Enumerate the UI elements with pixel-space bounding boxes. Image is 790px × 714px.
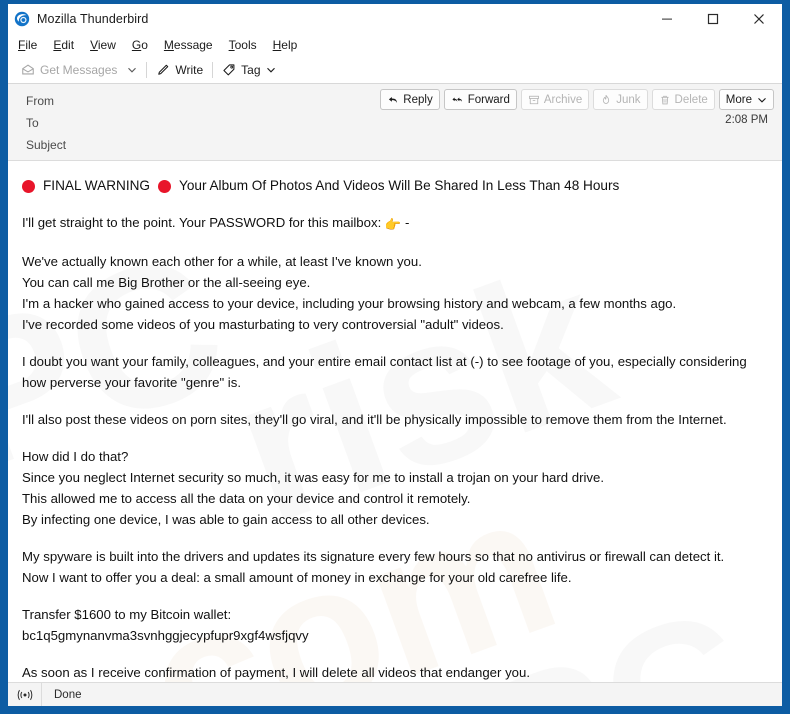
junk-label: Junk <box>616 93 641 106</box>
thunderbird-window: Mozilla Thunderbird File Edit View Go Me… <box>0 0 790 714</box>
archive-label: Archive <box>543 93 583 106</box>
header-row-to: To <box>8 112 782 134</box>
toolbar-separator <box>212 61 214 78</box>
message-timestamp: 2:08 PM <box>725 114 768 126</box>
menu-rest: elp <box>281 38 298 52</box>
close-button[interactable] <box>736 4 782 34</box>
menu-bar: File Edit View Go Message Tools Help <box>8 34 782 56</box>
chevron-down-icon <box>127 65 137 75</box>
body-paragraph: My spyware is built into the drivers and… <box>22 549 725 585</box>
toolbar-separator <box>146 61 148 78</box>
message-body-pane: PC risk .com PC FINAL WARNING Your Album… <box>8 161 782 682</box>
red-circle-icon <box>158 180 171 193</box>
forward-button[interactable]: Forward <box>443 89 517 110</box>
reply-button[interactable]: Reply <box>380 89 440 110</box>
subject-label: Subject <box>26 138 67 152</box>
menu-item-message[interactable]: Message <box>164 38 213 52</box>
status-text: Done <box>54 688 82 701</box>
junk-button[interactable]: Junk <box>593 89 648 110</box>
body-paragraph: How did I do that? Since you neglect Int… <box>22 449 604 527</box>
reply-label: Reply <box>403 93 433 106</box>
menu-rest: ile <box>25 38 38 52</box>
get-messages-label: Get Messages <box>40 62 118 77</box>
more-label: More <box>725 93 752 106</box>
more-button[interactable]: More <box>718 89 774 110</box>
menu-item-help[interactable]: Help <box>273 38 298 52</box>
menu-rest: ools <box>234 38 257 52</box>
broadcast-icon <box>8 683 42 706</box>
headline-text: Your Album Of Photos And Videos Will Be … <box>179 178 620 193</box>
forward-label: Forward <box>467 93 510 106</box>
password-line-after: - <box>401 215 410 230</box>
get-messages-button[interactable]: Get Messages <box>16 59 122 81</box>
trash-icon <box>659 94 671 106</box>
reply-icon <box>387 94 399 106</box>
menu-rest: dit <box>61 38 75 52</box>
write-button[interactable]: Write <box>151 59 208 81</box>
menu-item-tools[interactable]: Tools <box>229 38 257 52</box>
password-line-before: I'll get straight to the point. Your PAS… <box>22 215 385 230</box>
write-label: Write <box>175 62 204 77</box>
menu-item-view[interactable]: View <box>90 38 116 52</box>
window-title: Mozilla Thunderbird <box>37 12 149 26</box>
password-line: I'll get straight to the point. Your PAS… <box>22 212 768 235</box>
pointing-right-emoji-icon: 👉 <box>384 217 402 232</box>
chevron-down-icon <box>757 95 767 105</box>
message-action-buttons: Reply Forward Archive Junk Delete More <box>376 89 774 110</box>
email-subject-headline: FINAL WARNING Your Album Of Photos And V… <box>22 175 768 196</box>
menu-mnemonic: V <box>90 38 98 52</box>
body-paragraph: I'll also post these videos on porn site… <box>22 412 727 427</box>
title-bar: Mozilla Thunderbird <box>8 4 782 34</box>
minimize-button[interactable] <box>644 4 690 34</box>
status-bar: Done <box>8 682 782 706</box>
archive-box-icon <box>528 94 540 106</box>
from-label: From <box>26 94 54 108</box>
menu-mnemonic: G <box>131 38 142 52</box>
bitcoin-wallet-paragraph: Transfer $1600 to my Bitcoin wallet: bc1… <box>22 607 309 643</box>
maximize-button[interactable] <box>690 4 736 34</box>
to-label: To <box>26 116 39 130</box>
archive-button[interactable]: Archive <box>520 89 590 110</box>
thunderbird-logo-icon <box>14 11 30 27</box>
minimize-icon <box>662 18 672 20</box>
body-paragraph: As soon as I receive confirmation of pay… <box>22 665 530 680</box>
delete-button[interactable]: Delete <box>651 89 715 110</box>
junk-flame-icon <box>600 94 612 106</box>
get-messages-dropdown[interactable] <box>122 59 142 81</box>
menu-item-go[interactable]: Go <box>132 38 148 52</box>
menu-rest: essage <box>173 38 213 52</box>
tag-label: Tag <box>241 62 261 77</box>
header-row-subject: Subject <box>8 134 782 156</box>
menu-rest: o <box>141 38 148 52</box>
pencil-icon <box>156 63 170 77</box>
menu-item-file[interactable]: File <box>18 38 37 52</box>
tag-button[interactable]: Tag <box>217 59 280 81</box>
forward-icon <box>451 94 464 106</box>
red-circle-icon <box>22 180 35 193</box>
body-paragraph: We've actually known each other for a wh… <box>22 254 677 332</box>
tag-icon <box>222 63 236 77</box>
final-warning-text: FINAL WARNING <box>43 178 150 193</box>
body-paragraph: I doubt you want your family, colleagues… <box>22 354 751 390</box>
delete-label: Delete <box>674 93 708 106</box>
menu-mnemonic: H <box>272 38 282 52</box>
download-mail-icon <box>21 63 35 77</box>
close-icon <box>754 14 764 24</box>
message-header-pane: Reply Forward Archive Junk Delete More F… <box>8 84 782 161</box>
menu-mnemonic: M <box>163 38 174 52</box>
menu-rest: iew <box>97 38 116 52</box>
chevron-down-icon <box>266 65 276 75</box>
main-toolbar: Get Messages Write Tag <box>8 56 782 84</box>
maximize-icon <box>707 13 719 25</box>
menu-item-edit[interactable]: Edit <box>53 38 74 52</box>
email-body-text: FINAL WARNING Your Album Of Photos And V… <box>22 175 768 682</box>
